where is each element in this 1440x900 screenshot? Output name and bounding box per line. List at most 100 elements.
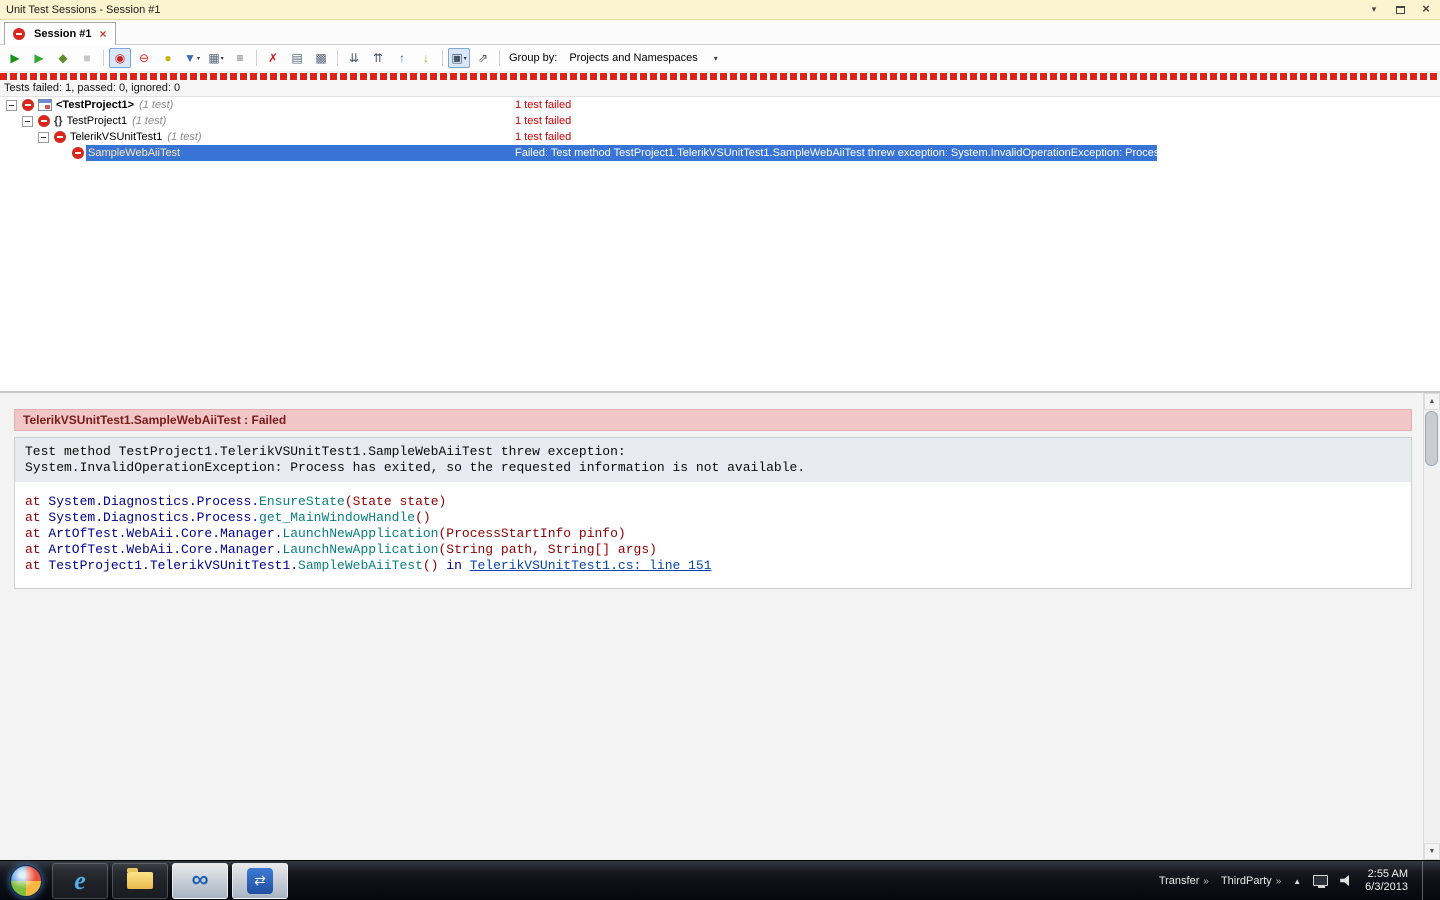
test-tree-row[interactable]: TelerikVSUnitTest1 (1 test) 1 test failed xyxy=(0,129,1440,145)
test-status-text: 1 test failed xyxy=(515,99,572,111)
titlebar-controls xyxy=(1366,3,1434,17)
clock-date: 6/3/2013 xyxy=(1365,880,1408,893)
taskbar-app-button[interactable] xyxy=(232,862,288,899)
stack-segment: at xyxy=(25,494,49,509)
show-desktop-button[interactable] xyxy=(1422,860,1432,900)
system-tray: Transfer ThirdParty 2:55 AM 6/3/2013 xyxy=(1159,860,1440,900)
float-window-button[interactable] xyxy=(1392,3,1408,17)
arrows-app-icon xyxy=(247,867,273,894)
group-button[interactable]: ▦ ▾ xyxy=(205,48,227,68)
export-results-button[interactable]: ▤ xyxy=(286,48,308,68)
taskbar-app-button[interactable] xyxy=(172,862,228,899)
close-window-button[interactable] xyxy=(1418,3,1434,17)
stack-trace-line: at System.Diagnostics.Process.EnsureStat… xyxy=(25,494,1401,510)
failed-status-icon xyxy=(38,115,50,127)
session-failed-icon xyxy=(13,28,25,40)
start-button[interactable] xyxy=(10,864,42,897)
stack-trace-line: at TestProject1.TelerikVSUnitTest1.Sampl… xyxy=(25,558,1401,574)
test-count-suffix: (1 test) xyxy=(167,131,202,143)
stack-segment: ArtOfTest.WebAii.Core.Manager. xyxy=(48,526,283,541)
source-file-link[interactable]: TelerikVSUnitTest1.cs: line 151 xyxy=(470,558,712,573)
test-node-label: TelerikVSUnitTest1 xyxy=(70,131,163,143)
taskbar-clock[interactable]: 2:55 AM 6/3/2013 xyxy=(1365,868,1408,894)
expand-all-icon: ⇊ xyxy=(348,51,360,65)
previous-failed-test-button[interactable]: ↑ xyxy=(391,48,413,68)
sort-button[interactable]: ≡ xyxy=(229,48,251,68)
tray-toolbar-label: Transfer xyxy=(1158,874,1200,887)
taskbar-file-explorer-button[interactable] xyxy=(112,862,168,899)
open-output-icon: ⇗ xyxy=(477,51,489,65)
stack-segment: get_MainWindowHandle xyxy=(259,510,416,525)
speaker-icon[interactable] xyxy=(1340,874,1350,887)
failed-tests-filter-icon: ⊖ xyxy=(138,51,150,65)
group-by-select[interactable]: Projects and Namespaces xyxy=(563,50,723,66)
tree-expander[interactable] xyxy=(22,115,33,127)
taskbar-internet-explorer-button[interactable] xyxy=(52,862,108,899)
output-options-button[interactable]: ▣ ▾ xyxy=(448,48,470,68)
close-tab-icon[interactable]: × xyxy=(99,28,106,40)
failed-status-icon xyxy=(54,131,66,143)
next-failed-test-button[interactable]: ↓ xyxy=(415,48,437,68)
infinity-app-icon xyxy=(191,870,208,892)
scrollbar-thumb[interactable] xyxy=(1425,411,1438,466)
test-status-filter-icon: ◉ xyxy=(114,51,126,65)
dropdown-caret-icon: ▾ xyxy=(220,55,224,62)
collapse-all-button[interactable]: ⇈ xyxy=(367,48,389,68)
tray-toolbar-label: ThirdParty xyxy=(1220,874,1272,887)
group-by-value: Projects and Namespaces xyxy=(569,52,698,64)
tray-toolbar-transfer[interactable]: Transfer xyxy=(1159,875,1209,887)
clock-time: 2:55 AM xyxy=(1367,867,1408,880)
test-status-text: Failed: Test method TestProject1.Telerik… xyxy=(515,147,1157,159)
stack-segment: at xyxy=(25,558,49,573)
test-output-content: TelerikVSUnitTest1.SampleWebAiiTest : Fa… xyxy=(0,393,1423,860)
tree-expander[interactable] xyxy=(38,131,49,143)
window-menu-button[interactable] xyxy=(1366,3,1382,17)
test-status-text: 1 test failed xyxy=(515,115,572,127)
stack-segment: EnsureState xyxy=(259,494,345,509)
output-options-icon: ▣ xyxy=(451,51,463,65)
toolbar-separator xyxy=(337,50,338,66)
ignored-tests-filter-button[interactable]: ● xyxy=(157,48,179,68)
stack-segment: SampleWebAiiTest xyxy=(298,558,423,573)
toolbar-items: ▶ ▶ ◆ ■ ◉ ⊖ ● ▼ ▾ ▦ ▾ ≡ ✗ ▤ ▩ ⇊ ⇈ ↑ ↓ ▣ ▾ ⇗ xyxy=(4,48,503,68)
expand-all-button[interactable]: ⇊ xyxy=(343,48,365,68)
toolbar-separator xyxy=(103,50,104,66)
test-tree-row[interactable]: <TestProject1> (1 test) 1 test failed xyxy=(0,97,1440,113)
open-output-button[interactable]: ⇗ xyxy=(472,48,494,68)
test-summary-line: Tests failed: 1, passed: 0, ignored: 0 xyxy=(0,80,1440,97)
filter-button[interactable]: ▼ ▾ xyxy=(181,48,203,68)
stack-segment: (String path, String[] args) xyxy=(438,542,657,557)
tab-session-1[interactable]: Session #1 × xyxy=(4,22,116,45)
stack-trace-line: at ArtOfTest.WebAii.Core.Manager.LaunchN… xyxy=(25,542,1401,558)
tray-toolbar-thirdparty[interactable]: ThirdParty xyxy=(1221,875,1281,887)
toolbar-separator xyxy=(256,50,257,66)
network-icon[interactable] xyxy=(1313,875,1329,888)
test-status-filter-button[interactable]: ◉ xyxy=(109,48,131,68)
window-titlebar: Unit Test Sessions - Session #1 xyxy=(0,0,1440,20)
debug-tests-button[interactable]: ◆ xyxy=(52,48,74,68)
filter-icon: ▼ xyxy=(184,51,196,65)
stack-segment: (State state) xyxy=(344,494,447,509)
export-results-icon: ▤ xyxy=(291,51,303,65)
scroll-up-button[interactable] xyxy=(1424,393,1440,410)
copy-results-button[interactable]: ▩ xyxy=(310,48,332,68)
vertical-scrollbar[interactable] xyxy=(1423,393,1440,860)
stack-trace-line: at ArtOfTest.WebAii.Core.Manager.LaunchN… xyxy=(25,526,1401,542)
close-icon xyxy=(1422,4,1430,16)
run-selected-tests-button[interactable]: ▶ xyxy=(28,48,50,68)
tree-expander[interactable] xyxy=(6,99,17,111)
previous-failed-test-icon: ↑ xyxy=(399,51,405,65)
run-all-tests-button[interactable]: ▶ xyxy=(4,48,26,68)
scroll-down-button[interactable] xyxy=(1424,843,1440,860)
test-tree-row[interactable]: {} TestProject1 (1 test) 1 test failed xyxy=(0,113,1440,129)
test-progress-bar xyxy=(0,71,1440,80)
remove-session-button[interactable]: ✗ xyxy=(262,48,284,68)
stack-segment: TestProject1.TelerikVSUnitTest1. xyxy=(48,558,299,573)
tree-row-content: TelerikVSUnitTest1 (1 test) xyxy=(38,129,202,145)
test-tree-row[interactable]: SampleWebAiiTest Failed: Test method Test… xyxy=(0,145,1440,161)
stack-segment: at xyxy=(25,510,49,525)
tab-label: Session #1 xyxy=(34,28,92,40)
show-hidden-icons-button[interactable] xyxy=(1293,875,1301,887)
failed-tests-filter-button[interactable]: ⊖ xyxy=(133,48,155,68)
test-count-suffix: (1 test) xyxy=(132,115,167,127)
